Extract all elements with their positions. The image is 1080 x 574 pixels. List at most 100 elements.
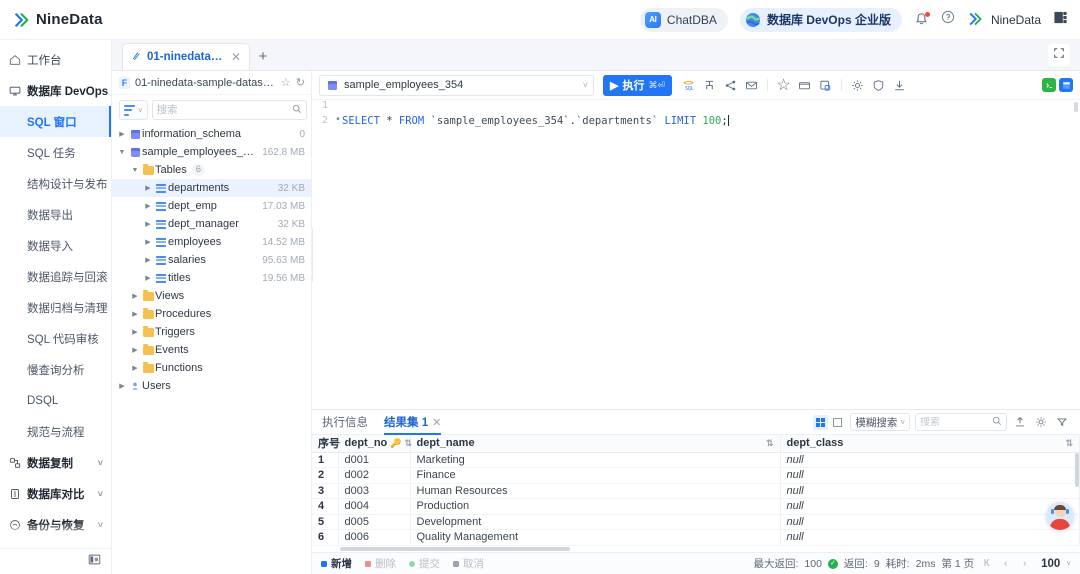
object-tree[interactable]: ▶ information_schema 0 ▼ sample_employee…	[112, 125, 311, 574]
table-row[interactable]: 5 d005 Development null	[312, 514, 1080, 530]
sidebar-item-data-trace-rollback[interactable]: 数据追踪与回滚	[0, 261, 111, 292]
collapse-arrow-icon[interactable]: ▼	[116, 149, 128, 156]
expand-arrow-icon[interactable]: ▶	[142, 220, 154, 228]
expand-arrow-icon[interactable]: ▶	[116, 130, 128, 138]
shield-icon[interactable]	[870, 76, 887, 95]
expand-arrow-icon[interactable]: ▶	[129, 328, 141, 336]
format-sql-icon[interactable]: SQL	[680, 76, 697, 95]
explorer-search[interactable]	[151, 100, 307, 120]
snippet-icon[interactable]	[817, 76, 834, 95]
sidebar-scroll[interactable]: 工作台 数据库 DevOps ˄ SQL 窗口	[0, 40, 111, 548]
fullscreen-button[interactable]	[1048, 44, 1070, 66]
gear-icon[interactable]	[1033, 414, 1049, 430]
cell-dept-no[interactable]: d002	[338, 467, 411, 484]
add-row-button[interactable]: 新增	[321, 556, 352, 571]
refresh-icon[interactable]: ↻	[296, 76, 305, 89]
table-row[interactable]: 6 d006 Quality Management null	[312, 529, 1080, 546]
cell-dept-name[interactable]: Human Resources	[410, 483, 781, 499]
results-search[interactable]	[915, 413, 1007, 431]
cell-dept-class[interactable]: null	[780, 452, 1080, 468]
expand-arrow-icon[interactable]: ▶	[129, 310, 141, 318]
notifications-button[interactable]	[914, 12, 930, 27]
grid-view-icon[interactable]	[813, 414, 829, 430]
sidebar-item-schema-design[interactable]: 结构设计与发布	[0, 168, 111, 199]
support-agent-avatar[interactable]	[1046, 502, 1074, 530]
sidebar-item-standards-process[interactable]: 规范与流程	[0, 416, 111, 447]
tree-node[interactable]: ▶ Functions	[112, 359, 311, 377]
editor-tab[interactable]: 01-ninedata-sampl... ✕	[122, 43, 250, 70]
product-switcher[interactable]: 数据库 DevOps 企业版	[739, 7, 902, 32]
table-row[interactable]: 1 d001 Marketing null	[312, 452, 1080, 468]
tree-node[interactable]: ▼ sample_employees_354 162.8 MB	[112, 143, 311, 161]
sidebar-item-archive-cleanup[interactable]: 数据归档与清理	[0, 292, 111, 323]
expand-arrow-icon[interactable]: ▶	[129, 292, 141, 300]
tree-node[interactable]: ▶ dept_manager 32 KB	[112, 215, 311, 233]
cell-dept-class[interactable]: null	[780, 529, 1080, 546]
export-icon[interactable]	[1012, 414, 1028, 430]
tab-result-set-1[interactable]: 结果集 1 ✕	[384, 410, 441, 435]
expand-arrow-icon[interactable]: ▶	[142, 274, 154, 282]
cell-dept-class[interactable]: null	[780, 514, 1080, 530]
first-page-button[interactable]: К	[980, 558, 993, 569]
tree-node[interactable]: ▶ salaries 95.63 MB	[112, 251, 311, 269]
cell-dept-class[interactable]: null	[780, 498, 1080, 515]
sort-icon[interactable]: ⇅	[766, 438, 774, 448]
sidebar-item-sql-window[interactable]: SQL 窗口	[0, 106, 111, 137]
sql-editor[interactable]: 1 2 • SELECT * FROM `sample_employees_35…	[312, 100, 1080, 409]
expand-arrow-icon[interactable]: ▶	[116, 382, 128, 390]
editor-scrollbar[interactable]	[1074, 102, 1078, 112]
sidebar-item-data-import[interactable]: 数据导入	[0, 230, 111, 261]
commit-button[interactable]: 提交	[409, 556, 440, 571]
card-view-icon[interactable]	[830, 415, 845, 430]
close-icon[interactable]: ✕	[231, 50, 241, 64]
favorite-icon[interactable]: ☆	[775, 76, 792, 95]
star-icon[interactable]: ☆	[281, 76, 291, 89]
results-grid-wrap[interactable]: 序号 dept_no 🔑 ⇅ dept_name ⇅ dept_class ⇅ …	[312, 435, 1080, 552]
share-icon[interactable]	[722, 76, 739, 95]
sidebar-item-dsql[interactable]: DSQL	[0, 385, 111, 416]
datasource-row[interactable]: F 01-ninedata-sample-datasource ☆ ↻	[112, 71, 311, 95]
database-select[interactable]: sample_employees_354 ˅	[319, 74, 594, 96]
tree-node[interactable]: ▶ Procedures	[112, 305, 311, 323]
cell-dept-no[interactable]: d004	[338, 498, 411, 515]
sidebar-item-data-export[interactable]: 数据导出	[0, 199, 111, 230]
sidebar-item-workbench[interactable]: 工作台	[0, 44, 111, 75]
cell-dept-name[interactable]: Finance	[410, 467, 781, 484]
user-menu[interactable]: NineData	[967, 11, 1041, 29]
table-row[interactable]: 3 d003 Human Resources null	[312, 483, 1080, 499]
tree-node-users[interactable]: ▶ Users	[112, 377, 311, 395]
tree-node[interactable]: ▶ Triggers	[112, 323, 311, 341]
close-icon[interactable]: ✕	[432, 416, 441, 429]
expand-arrow-icon[interactable]: ▶	[129, 346, 141, 354]
delete-row-button[interactable]: 删除	[365, 556, 396, 571]
expand-arrow-icon[interactable]: ▶	[142, 184, 154, 192]
tree-node-departments[interactable]: ▶ departments 32 KB	[112, 179, 311, 197]
column-header-dept-class[interactable]: dept_class ⇅	[780, 435, 1080, 453]
table-row[interactable]: 2 d002 Finance null	[312, 467, 1080, 484]
cell-dept-no[interactable]: d006	[338, 529, 411, 546]
page-size-value[interactable]: 100	[1041, 558, 1060, 570]
apps-button[interactable]	[1053, 10, 1068, 30]
table-row[interactable]: 4 d004 Production null	[312, 498, 1080, 515]
terminal-green-icon[interactable]	[1042, 78, 1056, 92]
expand-arrow-icon[interactable]: ▶	[142, 202, 154, 210]
funnel-icon[interactable]	[1054, 414, 1070, 430]
run-button[interactable]: ▶ 执行 ⌘⏎	[603, 74, 673, 96]
sidebar-item-devops[interactable]: 数据库 DevOps ˄	[0, 75, 111, 106]
tree-node[interactable]: ▶ Events	[112, 341, 311, 359]
cell-dept-no[interactable]: d001	[338, 452, 411, 468]
sidebar-item-db-compare[interactable]: 数据库对比 ˅	[0, 478, 111, 509]
explorer-filter-button[interactable]: ˅	[119, 100, 148, 120]
tree-node[interactable]: ▶ employees 14.52 MB	[112, 233, 311, 251]
grid-horizontal-scrollbar[interactable]	[340, 547, 570, 551]
brand[interactable]: NineData	[12, 11, 124, 29]
search-input[interactable]	[920, 416, 992, 428]
tree-node[interactable]: ▼ Tables 6	[112, 161, 311, 179]
search-mode-select[interactable]: 模糊搜索 ˅	[850, 413, 910, 431]
mail-icon[interactable]	[743, 76, 760, 95]
sort-icon[interactable]: ⇅	[405, 438, 413, 448]
tree-node[interactable]: ▶ dept_emp 17.03 MB	[112, 197, 311, 215]
collapse-panel-icon[interactable]	[88, 553, 101, 571]
folder-open-icon[interactable]	[796, 76, 813, 95]
search-icon[interactable]	[292, 101, 302, 119]
